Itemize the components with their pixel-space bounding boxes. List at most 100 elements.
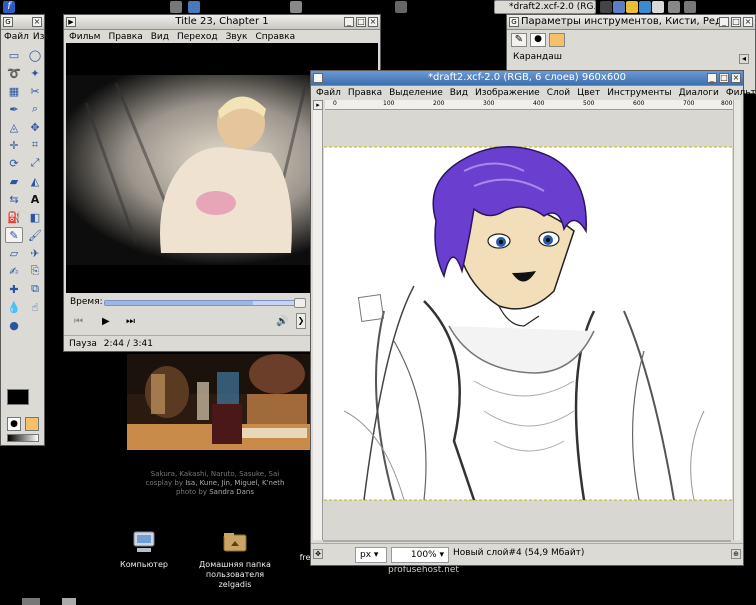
seek-handle[interactable] (294, 298, 306, 308)
menu-go[interactable]: Переход (177, 30, 218, 44)
window-menu-icon[interactable]: ▶ (66, 17, 76, 27)
horizontal-scrollbar[interactable] (323, 540, 731, 542)
airbrush-icon[interactable]: ✈ (26, 245, 44, 261)
scale-icon[interactable]: ⤢ (26, 155, 44, 171)
desktop-icon-home[interactable]: Домашняя папка пользователя zelgadis (196, 530, 274, 590)
rotate-icon[interactable]: ⟳ (5, 155, 23, 171)
dodge-burn-icon[interactable]: ● (5, 317, 23, 333)
menu-colors[interactable]: Цвет (577, 86, 600, 100)
fedora-menu-icon[interactable]: f (3, 1, 15, 13)
minimize-icon[interactable]: _ (707, 73, 717, 83)
menu-view[interactable]: Вид (450, 86, 468, 100)
menu-view[interactable]: Вид (151, 30, 169, 44)
task-icon[interactable] (290, 1, 302, 13)
sidebar-toggle-button[interactable]: ❯ (296, 313, 306, 329)
crop-icon[interactable]: ⌗ (26, 137, 44, 153)
perspective-clone-icon[interactable]: ⧉ (26, 281, 44, 297)
free-select-icon[interactable]: ➰ (5, 65, 23, 81)
text-icon[interactable]: A (26, 191, 44, 207)
scissors-icon[interactable]: ✂ (26, 83, 44, 99)
clone-icon[interactable]: ⎘ (26, 263, 44, 279)
update-icon[interactable] (639, 1, 651, 13)
menu-help[interactable]: Справка (255, 30, 295, 44)
ink-icon[interactable]: ✍ (5, 263, 23, 279)
heal-icon[interactable]: ✚ (5, 281, 23, 297)
menu-filters[interactable]: Фильтры (726, 86, 756, 100)
task-icon[interactable] (170, 1, 182, 13)
close-icon[interactable]: × (368, 17, 378, 27)
zoom-select[interactable]: 100% ▾ (391, 547, 449, 563)
sound-icon[interactable] (600, 1, 612, 13)
foreground-color-swatch[interactable] (7, 389, 29, 405)
navigation-icon[interactable]: ✥ (313, 549, 323, 559)
zoom-fit-icon[interactable]: ⊕ (731, 549, 741, 559)
menu-edit[interactable]: Правка (108, 30, 142, 44)
vertical-ruler[interactable] (313, 110, 323, 540)
task-icon[interactable] (395, 1, 407, 13)
image-menu-arrow-icon[interactable]: ▸ (313, 100, 323, 110)
rect-select-icon[interactable]: ▭ (5, 47, 23, 63)
patterns-tab-icon[interactable] (549, 33, 565, 47)
blend-icon[interactable]: ◧ (26, 209, 44, 225)
close-icon[interactable]: × (32, 17, 42, 27)
applet-icon[interactable] (684, 1, 696, 13)
color-select-icon[interactable]: ▦ (5, 83, 23, 99)
paintbrush-icon[interactable]: 🖌 (26, 227, 44, 243)
minimize-icon[interactable]: _ (344, 17, 354, 27)
shear-icon[interactable]: ▰ (5, 173, 23, 189)
maximize-icon[interactable]: □ (731, 17, 741, 27)
task-icon[interactable] (188, 1, 200, 13)
fuzzy-select-icon[interactable]: ✦ (26, 65, 44, 81)
menu-tools[interactable]: Инструменты (607, 86, 671, 100)
toolbox-titlebar[interactable]: G × (1, 15, 44, 30)
search-icon[interactable] (652, 1, 664, 13)
close-icon[interactable]: × (743, 17, 753, 27)
window-menu-icon[interactable]: G (3, 17, 13, 27)
menu-movie[interactable]: Фильм (69, 30, 100, 44)
menu-image[interactable]: Изображение (475, 86, 540, 100)
network-icon[interactable] (613, 1, 625, 13)
menu-file[interactable]: Файл (4, 30, 29, 44)
unit-select[interactable]: px ▾ (355, 547, 387, 563)
desktop-icon-bottom[interactable] (62, 598, 76, 605)
desktop-icon-computer[interactable]: Компьютер (114, 530, 174, 570)
smudge-icon[interactable]: ☝ (26, 299, 44, 315)
menu-select[interactable]: Выделение (389, 86, 443, 100)
image-canvas[interactable] (324, 111, 732, 540)
dock-menu-icon[interactable]: ◂ (739, 54, 749, 64)
gradient-preview[interactable] (7, 434, 39, 442)
zoom-icon[interactable]: ⌕ (26, 101, 44, 117)
next-icon[interactable]: ⏭ (126, 316, 135, 327)
menu-sound[interactable]: Звук (226, 30, 248, 44)
taskbar-gimp-draft[interactable]: *draft2.xcf-2.0 (RG... (494, 0, 596, 14)
move-icon[interactable]: ✥ (26, 119, 44, 135)
menu-edit[interactable]: Правка (348, 86, 382, 100)
image-titlebar[interactable]: G *draft2.xcf-2.0 (RGB, 6 слоев) 960x600… (311, 71, 743, 86)
applet-icon[interactable] (668, 1, 680, 13)
maximize-icon[interactable]: □ (356, 17, 366, 27)
notes-icon[interactable] (626, 1, 638, 13)
perspective-icon[interactable]: ◭ (26, 173, 44, 189)
minimize-icon[interactable]: _ (719, 17, 729, 27)
menu-xtns[interactable]: Из (33, 30, 45, 44)
align-icon[interactable]: ✛ (5, 137, 23, 153)
pencil-icon[interactable]: ✎ (5, 227, 23, 243)
flip-icon[interactable]: ⇆ (5, 191, 23, 207)
maximize-icon[interactable]: □ (719, 73, 729, 83)
video-titlebar[interactable]: ▶ Title 23, Chapter 1 _ □ × (64, 15, 380, 30)
measure-icon[interactable]: ◬ (5, 119, 23, 135)
horizontal-ruler[interactable]: 0 100 200 300 400 500 600 700 800 (325, 100, 733, 110)
eraser-icon[interactable]: ▱ (5, 245, 23, 261)
window-menu-icon[interactable]: G (313, 73, 323, 83)
seek-slider[interactable] (104, 298, 306, 308)
tool-options-titlebar[interactable]: G Параметры инструментов, Кисти, Реда _ … (507, 15, 755, 30)
menu-dialogs[interactable]: Диалоги (679, 86, 719, 100)
blur-icon[interactable]: 💧 (5, 299, 23, 315)
window-menu-icon[interactable]: G (509, 17, 519, 27)
volume-icon[interactable]: 🔊 (276, 316, 288, 327)
bucket-fill-icon[interactable]: ⛽ (5, 209, 23, 225)
close-icon[interactable]: × (731, 73, 741, 83)
ellipse-select-icon[interactable]: ◯ (26, 47, 44, 63)
menu-file[interactable]: Файл (316, 86, 341, 100)
desktop-icon-bottom[interactable] (22, 598, 40, 605)
